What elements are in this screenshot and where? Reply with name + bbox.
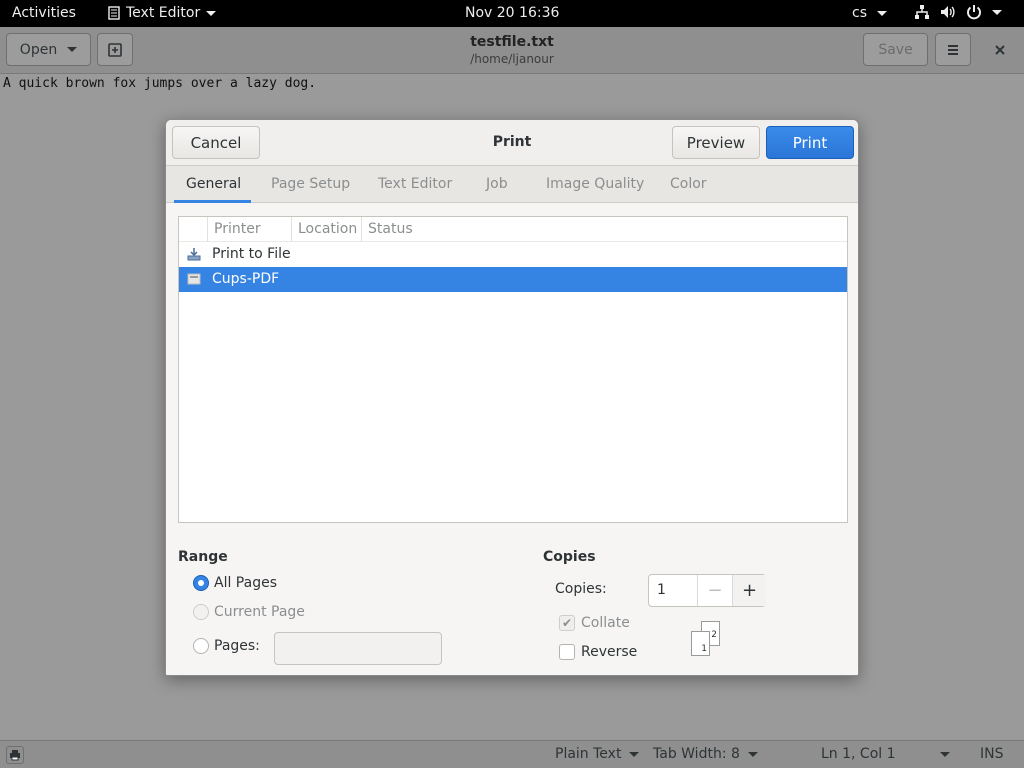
pages-label: Pages:	[214, 638, 260, 654]
language-selector[interactable]: Plain Text	[555, 746, 640, 762]
column-separator	[291, 217, 292, 242]
activities-button[interactable]: Activities	[12, 5, 76, 21]
tab-color[interactable]: Color	[670, 176, 707, 192]
dialog-tabs: General Page Setup Text Editor Job Image…	[166, 166, 858, 203]
volume-icon	[941, 6, 955, 18]
collate-checkbox[interactable]: ✔ Collate	[559, 615, 630, 631]
checkbox-checked-disabled: ✔	[559, 615, 575, 631]
tab-width-label: Tab Width: 8	[653, 746, 740, 762]
active-tab-indicator	[174, 200, 251, 203]
tab-job[interactable]: Job	[486, 176, 508, 192]
radio-button-checked	[193, 575, 209, 591]
keyboard-layout-label: cs	[852, 5, 867, 21]
radio-button-disabled	[193, 604, 209, 620]
hamburger-menu-icon	[948, 44, 958, 55]
chevron-down-icon	[939, 751, 950, 757]
chevron-down-icon	[747, 751, 758, 757]
printer-row-cups-pdf[interactable]: Cups-PDF	[179, 267, 847, 292]
printer-name: Cups-PDF	[212, 271, 280, 287]
printer-row-print-to-file[interactable]: Print to File	[179, 242, 847, 267]
copies-spinbutton[interactable]: 1 − +	[648, 574, 766, 607]
clock[interactable]: Nov 20 16:36	[465, 5, 559, 21]
close-window-button[interactable]	[990, 40, 1010, 60]
page-1-icon: 1	[691, 631, 710, 656]
cursor-position-label: Ln 1, Col 1	[821, 746, 896, 762]
app-menu[interactable]: Text Editor	[108, 5, 217, 21]
tab-page-setup[interactable]: Page Setup	[271, 176, 350, 192]
chevron-down-icon	[206, 10, 217, 16]
chevron-down-icon	[877, 10, 887, 16]
column-separator	[361, 217, 362, 242]
all-pages-label: All Pages	[214, 575, 277, 591]
insert-mode-indicator: INS	[980, 746, 1004, 762]
editor-text-line: A quick brown fox jumps over a lazy dog.	[3, 76, 317, 91]
language-selector-label: Plain Text	[555, 746, 622, 762]
save-button[interactable]: Save	[863, 33, 928, 66]
decrement-button[interactable]: −	[697, 575, 732, 606]
power-icon	[967, 5, 981, 20]
print-dialog: Cancel Print Preview Print General Page …	[165, 119, 859, 676]
save-to-file-icon	[187, 248, 201, 261]
column-header-printer[interactable]: Printer	[214, 221, 261, 237]
column-header-status[interactable]: Status	[368, 221, 413, 237]
cursor-position-selector[interactable]: Ln 1, Col 1	[821, 746, 950, 762]
range-section-title: Range	[178, 549, 228, 565]
radio-button-unchecked	[193, 638, 209, 654]
current-page-label: Current Page	[214, 604, 305, 620]
dialog-header: Cancel Print Preview Print	[166, 120, 858, 166]
preview-button[interactable]: Preview	[672, 126, 760, 159]
printer-name: Print to File	[212, 246, 291, 262]
top-bar: Activities Text Editor Nov 20 16:36 cs	[0, 0, 1024, 27]
tab-image-quality[interactable]: Image Quality	[546, 176, 644, 192]
status-bar: Plain Text Tab Width: 8 Ln 1, Col 1 INS	[0, 740, 1024, 768]
all-pages-radio[interactable]: All Pages	[193, 575, 277, 591]
tab-general[interactable]: General	[186, 176, 241, 192]
menu-button[interactable]	[935, 33, 971, 66]
printer-icon	[187, 273, 201, 285]
column-separator	[207, 217, 208, 242]
sidebar-toggle-button[interactable]	[6, 746, 24, 764]
tab-width-selector[interactable]: Tab Width: 8	[653, 746, 758, 762]
printer-icon	[10, 750, 20, 761]
keyboard-layout-indicator[interactable]: cs	[852, 5, 887, 21]
text-editor-icon	[108, 6, 120, 20]
copies-label: Copies:	[555, 581, 607, 597]
reverse-label: Reverse	[581, 644, 638, 660]
collate-label: Collate	[581, 615, 630, 631]
copies-section-title: Copies	[543, 549, 596, 565]
pages-radio[interactable]: Pages:	[193, 638, 260, 654]
reverse-checkbox[interactable]: Reverse	[559, 644, 637, 660]
printer-list-header: Printer Location Status	[179, 217, 847, 242]
network-icon	[915, 5, 929, 19]
printer-list[interactable]: Printer Location Status Print to File Cu…	[178, 216, 848, 523]
increment-button[interactable]: +	[732, 575, 766, 606]
print-button[interactable]: Print	[766, 126, 854, 159]
copies-value[interactable]: 1	[657, 582, 666, 598]
column-header-location[interactable]: Location	[298, 221, 357, 237]
collate-preview-icon: 2 1	[691, 621, 723, 657]
chevron-down-icon	[629, 751, 640, 757]
system-tray[interactable]	[914, 4, 1002, 20]
header-bar: Open testfile.txt /home/ljanour Save	[0, 27, 1024, 74]
tab-text-editor[interactable]: Text Editor	[378, 176, 452, 192]
chevron-down-icon	[992, 9, 1002, 15]
pages-range-input[interactable]	[274, 632, 442, 665]
app-menu-label: Text Editor	[126, 5, 201, 21]
current-page-radio[interactable]: Current Page	[193, 604, 305, 620]
close-icon	[995, 45, 1005, 55]
checkbox-unchecked	[559, 644, 575, 660]
